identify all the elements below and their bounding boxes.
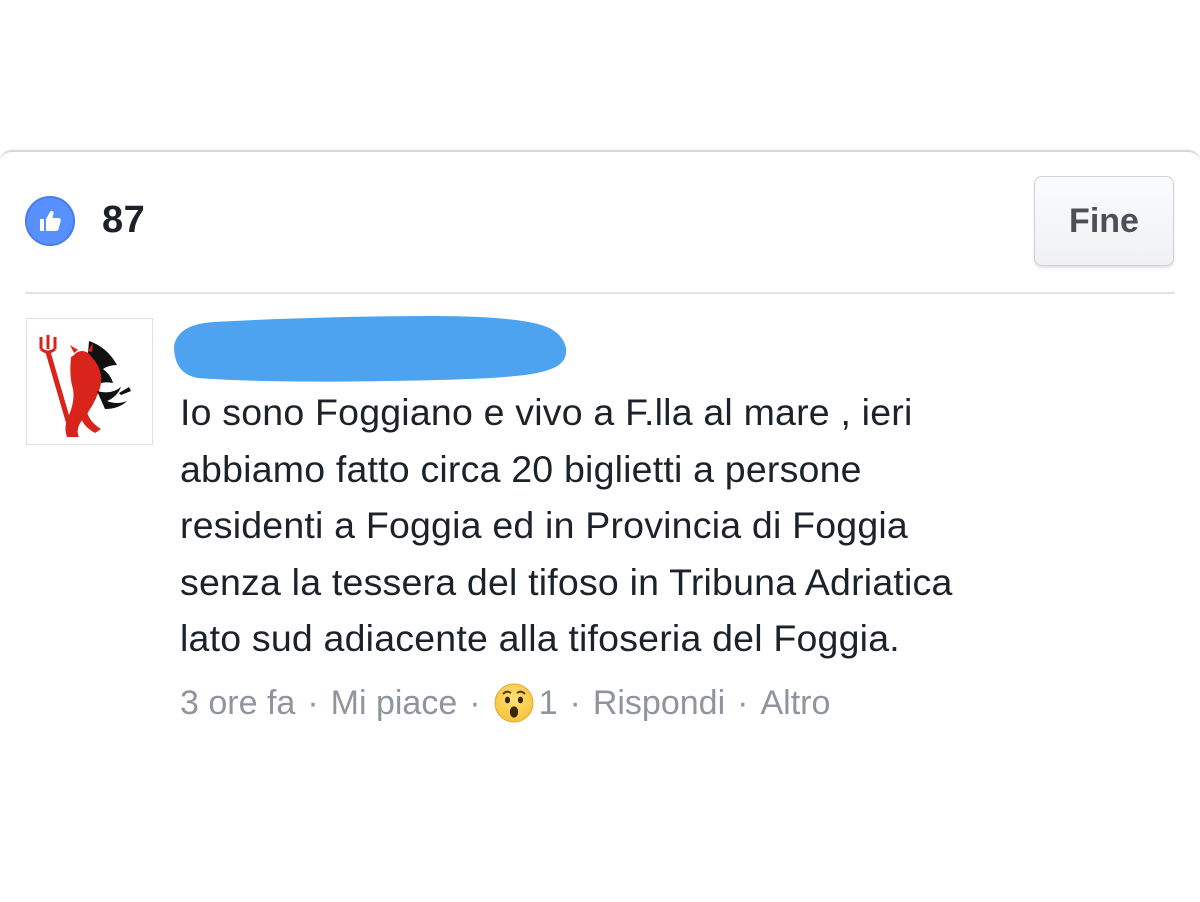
- like-count: 87: [102, 199, 146, 241]
- redacted-author-name: [174, 316, 567, 382]
- like-thumbs-up-icon[interactable]: [25, 196, 75, 246]
- reply-link[interactable]: Rispondi: [593, 684, 725, 723]
- separator: ·: [469, 683, 481, 722]
- comment-line: residenti a Foggia ed in Provincia di Fo…: [180, 504, 908, 546]
- comment-line: senza la tessera del tifoso in Tribuna A…: [180, 560, 953, 603]
- background-top: [0, 0, 1200, 150]
- comment-line: abbiamo fatto circa 20 biglietti a perso…: [180, 447, 862, 490]
- comment-actions: 3 ore fa · Mi piace · 1 · Rispondi · Alt…: [180, 678, 830, 728]
- separator: ·: [737, 683, 749, 722]
- like-comment-link[interactable]: Mi piace: [331, 684, 458, 723]
- comment-time[interactable]: 3 ore fa: [180, 684, 295, 723]
- comment-line: lato sud adiacente alla tifoseria del Fo…: [180, 617, 900, 659]
- comment-text: Io sono Foggiano e vivo a F.lla al mare …: [180, 384, 1180, 667]
- reaction-count[interactable]: 1: [539, 684, 558, 723]
- comment-line: Io sono Foggiano e vivo a F.lla al mare …: [180, 391, 913, 433]
- divider: [25, 292, 1175, 294]
- more-link[interactable]: Altro: [760, 684, 830, 723]
- separator: ·: [307, 683, 319, 722]
- red-devil-mascot-icon: [39, 335, 131, 437]
- separator: ·: [569, 683, 581, 722]
- avatar[interactable]: [26, 318, 153, 445]
- wow-emoji-icon[interactable]: [493, 682, 535, 724]
- done-button[interactable]: Fine: [1034, 176, 1174, 266]
